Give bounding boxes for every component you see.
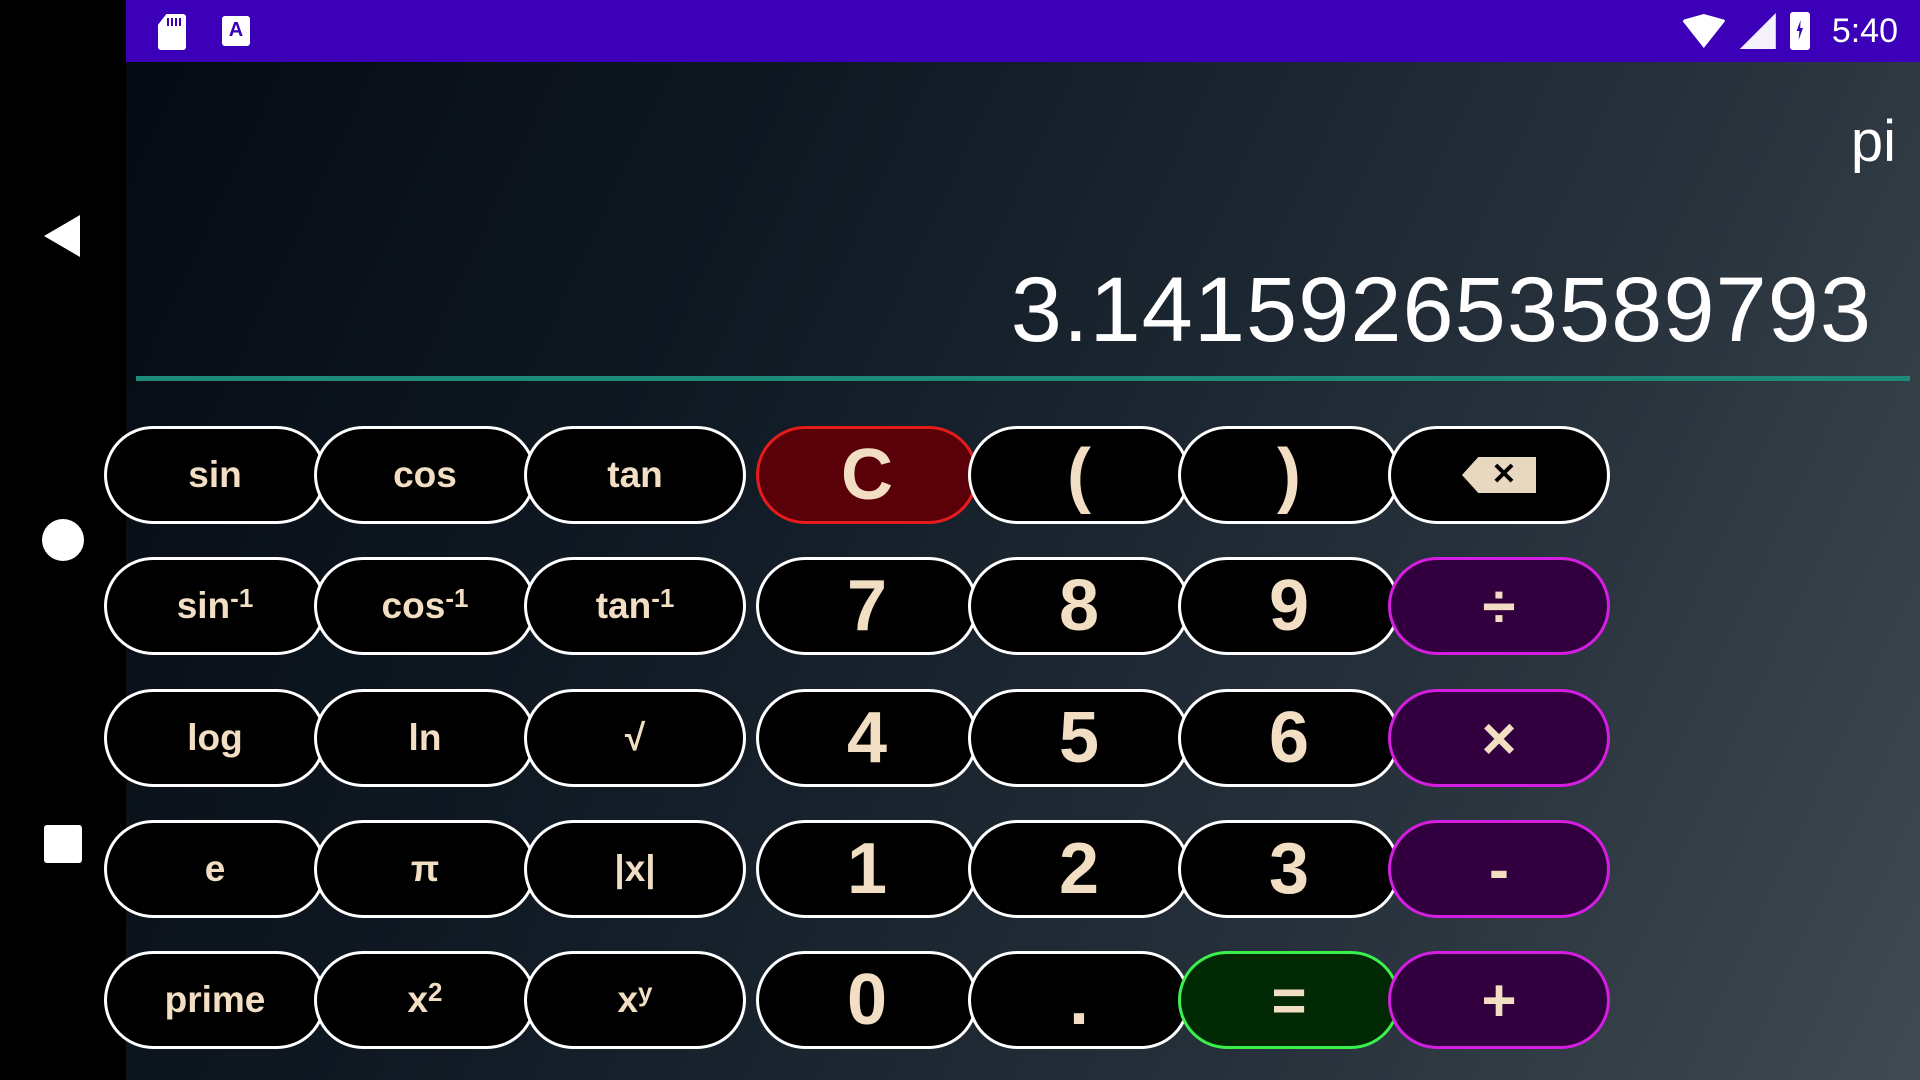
equals-button[interactable]: =: [1178, 951, 1400, 1049]
wifi-icon: [1681, 14, 1726, 48]
divide-button[interactable]: ÷: [1388, 557, 1610, 655]
three-button[interactable]: 3: [1178, 820, 1400, 918]
open-paren-button[interactable]: (: [968, 426, 1190, 524]
tan-button[interactable]: tan: [524, 426, 746, 524]
status-bar-right: 5:40: [1681, 0, 1898, 62]
battery-charging-icon: [1789, 12, 1810, 50]
square-button[interactable]: x2: [314, 951, 536, 1049]
sqrt-button[interactable]: √: [524, 689, 746, 787]
nine-button[interactable]: 9: [1178, 557, 1400, 655]
keypad: sin cos tan C ( ) ✕ sin -1 cos -1 tan -1 7 …: [104, 62, 1920, 1080]
power-exponent: y: [638, 976, 653, 1007]
eight-button[interactable]: 8: [968, 557, 1190, 655]
ln-button[interactable]: ln: [314, 689, 536, 787]
square-exponent: 2: [428, 976, 443, 1007]
back-icon[interactable]: [44, 215, 80, 257]
clock: 5:40: [1831, 11, 1898, 50]
two-button[interactable]: 2: [968, 820, 1190, 918]
power-button[interactable]: xy: [524, 951, 746, 1049]
calculator-screen: A 5:40 pi 3.141592653589793 sin cos tan …: [0, 0, 1920, 1080]
decimal-button[interactable]: .: [968, 951, 1190, 1049]
e-button[interactable]: e: [104, 820, 326, 918]
pi-button[interactable]: π: [314, 820, 536, 918]
backspace-icon: ✕: [1462, 457, 1536, 493]
atan-label: tan: [595, 585, 652, 626]
status-bar: A 5:40: [126, 0, 1920, 62]
home-icon[interactable]: [42, 519, 84, 561]
clear-button[interactable]: C: [756, 426, 978, 524]
seven-button[interactable]: 7: [756, 557, 978, 655]
one-button[interactable]: 1: [756, 820, 978, 918]
recents-icon[interactable]: [44, 825, 82, 863]
multiply-button[interactable]: ×: [1388, 689, 1610, 787]
five-button[interactable]: 5: [968, 689, 1190, 787]
cell-signal-icon: [1739, 13, 1776, 49]
backspace-button[interactable]: ✕: [1388, 426, 1610, 524]
plus-button[interactable]: +: [1388, 951, 1610, 1049]
minus-button[interactable]: -: [1388, 820, 1610, 918]
log-button[interactable]: log: [104, 689, 326, 787]
acos-button[interactable]: cos -1: [314, 557, 536, 655]
cos-button[interactable]: cos: [314, 426, 536, 524]
asin-button[interactable]: sin -1: [104, 557, 326, 655]
sd-card-icon: [158, 14, 186, 50]
asin-exponent: -1: [230, 582, 254, 613]
acos-label: cos: [381, 585, 446, 626]
zero-button[interactable]: 0: [756, 951, 978, 1049]
four-button[interactable]: 4: [756, 689, 978, 787]
power-label: x: [617, 979, 639, 1020]
sin-button[interactable]: sin: [104, 426, 326, 524]
navigation-bar: [0, 0, 126, 1080]
prime-button[interactable]: prime: [104, 951, 326, 1049]
abs-button[interactable]: |x|: [524, 820, 746, 918]
acos-exponent: -1: [445, 582, 469, 613]
close-paren-button[interactable]: ): [1178, 426, 1400, 524]
font-a-icon: A: [222, 16, 250, 46]
asin-label: sin: [176, 585, 231, 626]
atan-exponent: -1: [651, 582, 675, 613]
atan-button[interactable]: tan -1: [524, 557, 746, 655]
calculator-app: pi 3.141592653589793 sin cos tan C ( ) ✕…: [104, 62, 1920, 1080]
six-button[interactable]: 6: [1178, 689, 1400, 787]
square-label: x: [407, 979, 429, 1020]
